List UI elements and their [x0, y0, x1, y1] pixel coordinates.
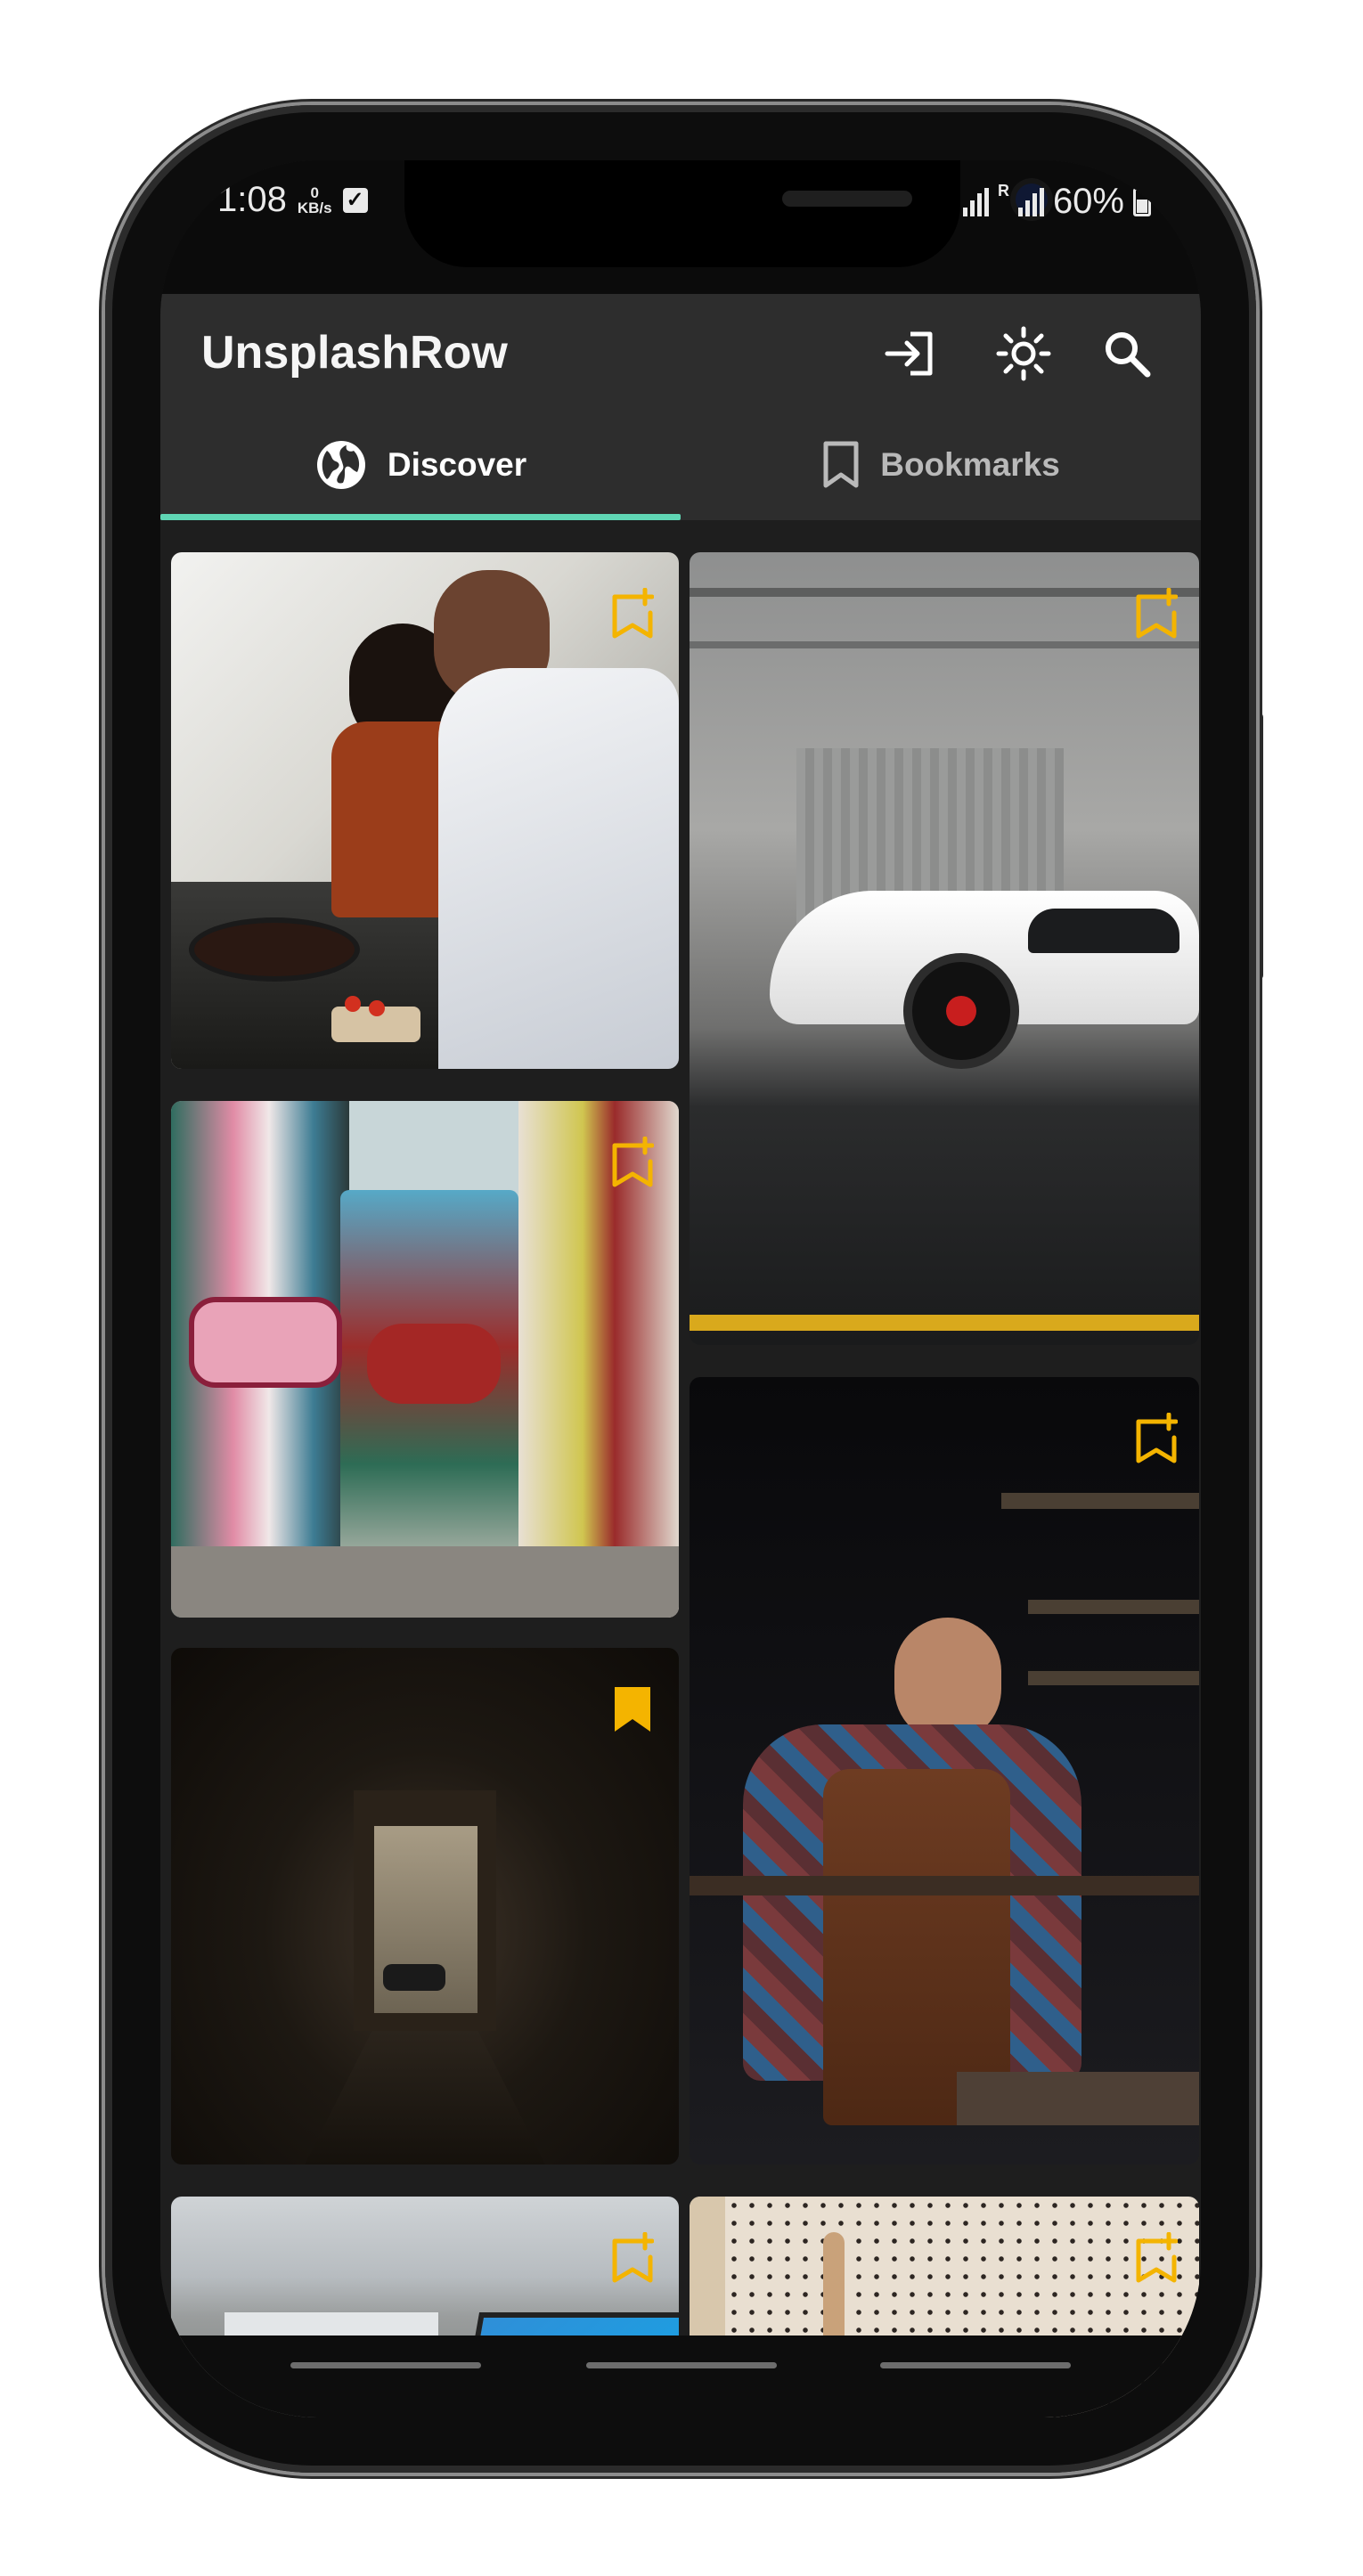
- tab-bookmarks[interactable]: Bookmarks: [681, 410, 1201, 520]
- app-title: UnsplashRow: [201, 327, 508, 379]
- phone-frame: 1:08 0 KB/s ✓ R 60% UnsplashRow Discover…: [105, 105, 1256, 2473]
- status-right: R 60%: [962, 182, 1151, 222]
- bookmark-add-icon[interactable]: [1135, 2232, 1178, 2284]
- theme-toggle-button[interactable]: [983, 314, 1064, 394]
- signal-icon-2: [1017, 187, 1044, 216]
- notification-check-icon: ✓: [342, 187, 368, 213]
- tab-bar: Discover Bookmarks: [160, 410, 1201, 520]
- photo-card[interactable]: [690, 552, 1199, 1345]
- wood-beam: [690, 1876, 1199, 1895]
- man-head: [894, 1618, 1001, 1742]
- brightness-icon: [996, 326, 1051, 381]
- bookmark-outline-icon: [823, 441, 859, 488]
- photo-card[interactable]: [690, 1377, 1199, 2164]
- roaming-label: R: [997, 182, 1009, 200]
- car-window: [1028, 909, 1179, 953]
- nav-pill-center[interactable]: [586, 2362, 777, 2368]
- net-speed-value: 0: [310, 183, 319, 201]
- search-button[interactable]: [1087, 314, 1167, 394]
- selected-tab-indicator: [160, 514, 681, 520]
- app-bar: UnsplashRow: [160, 294, 1201, 410]
- graffiti-pillar-right: [518, 1101, 679, 1618]
- navigation-bar: [160, 2336, 1201, 2417]
- globe-icon: [316, 441, 365, 489]
- login-button[interactable]: [871, 314, 951, 394]
- bookmark-add-icon[interactable]: [611, 2232, 654, 2284]
- road-line: [690, 1315, 1199, 1331]
- photo-card[interactable]: [171, 552, 679, 1069]
- gravel-ground: [171, 1546, 679, 1618]
- status-time: 1:08: [217, 180, 287, 219]
- net-speed-unit: KB/s: [297, 199, 332, 216]
- login-icon: [885, 331, 933, 376]
- tab-discover[interactable]: Discover: [160, 410, 681, 520]
- app-screen: 1:08 0 KB/s ✓ R 60% UnsplashRow Discover…: [160, 160, 1201, 2417]
- bookmark-add-icon[interactable]: [611, 588, 654, 640]
- status-left: 1:08 0 KB/s ✓: [217, 180, 368, 220]
- shelf: [1001, 1493, 1199, 1509]
- photo-card[interactable]: [171, 1648, 679, 2164]
- corridor-floor: [305, 2031, 545, 2164]
- search-icon: [1106, 332, 1151, 378]
- photo-card[interactable]: [171, 1101, 679, 1618]
- status-bar: 1:08 0 KB/s ✓ R 60%: [160, 160, 1201, 294]
- bookmark-filled-icon[interactable]: [611, 1683, 654, 1735]
- man-hoodie: [438, 668, 679, 1069]
- bookmark-add-icon[interactable]: [1135, 1413, 1178, 1464]
- notch: [404, 160, 1048, 267]
- frying-pan: [189, 917, 360, 982]
- nav-pill-left[interactable]: [290, 2362, 481, 2368]
- battery-icon: [1133, 187, 1151, 216]
- bookmark-add-icon[interactable]: [1135, 588, 1178, 640]
- battery-percent: 60%: [1052, 182, 1124, 221]
- tab-bookmarks-label: Bookmarks: [880, 446, 1060, 483]
- signal-icon: [962, 187, 989, 216]
- nav-pill-right[interactable]: [880, 2362, 1071, 2368]
- photo-grid: [160, 520, 1201, 2417]
- tab-discover-label: Discover: [387, 446, 527, 483]
- net-speed: 0 KB/s: [298, 185, 332, 216]
- bookmark-add-icon[interactable]: [611, 1137, 654, 1188]
- parked-car: [383, 1964, 445, 1991]
- earpiece: [782, 191, 912, 207]
